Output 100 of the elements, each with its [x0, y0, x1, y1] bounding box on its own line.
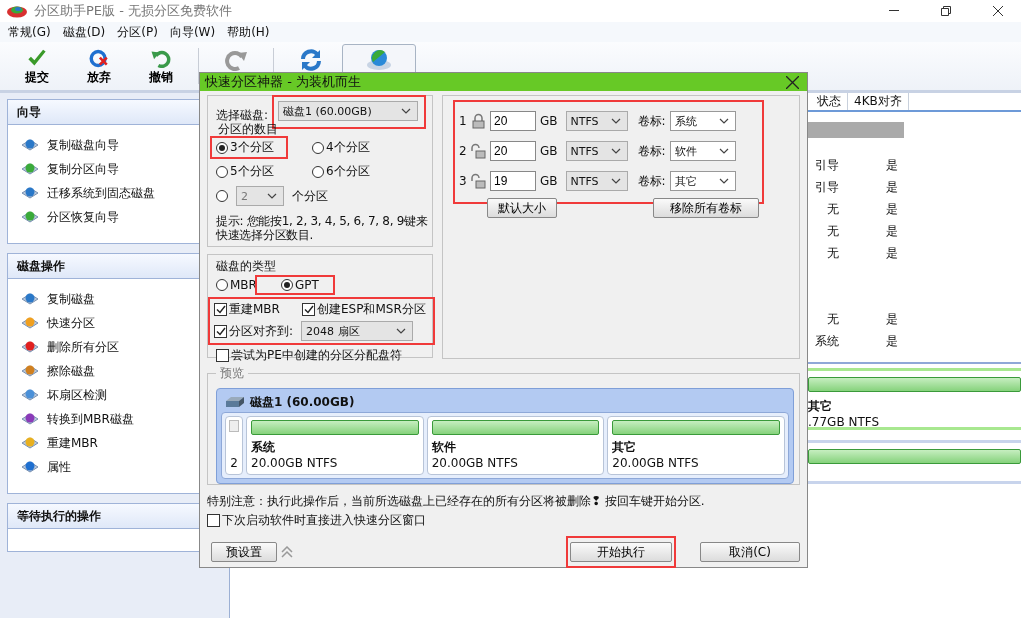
- column-header[interactable]: 4KB对齐: [848, 93, 909, 110]
- hint-text: 提示: 您能按1, 2, 3, 4, 5, 6, 7, 8, 9键来快速选择分区数目.: [216, 214, 429, 242]
- table-cell-text: 是: [885, 244, 898, 262]
- partition-name: 其它: [808, 398, 833, 415]
- partition-info: 20.00GB NTFS: [251, 456, 339, 470]
- table-cell-text: 无: [826, 200, 839, 218]
- table-cell-text: 无: [826, 244, 839, 262]
- disk-name: 磁盘1 (60.00GB): [250, 393, 355, 411]
- sidebar-item[interactable]: 擦除磁盘: [47, 362, 95, 380]
- volume-label-select[interactable]: 其它: [669, 171, 736, 191]
- restore-icon[interactable]: [941, 6, 951, 16]
- size-field[interactable]: 20: [490, 141, 536, 161]
- caret-icon: [401, 108, 412, 114]
- volume-label-select[interactable]: 软件: [669, 141, 736, 161]
- partition-info: 20.00GB NTFS: [612, 456, 700, 470]
- option-checkbox[interactable]: 分区对齐到:: [214, 322, 294, 340]
- partition-card[interactable]: 软件 20.00GB NTFS: [426, 416, 605, 475]
- option-checkbox[interactable]: 创建ESP和MSR分区: [302, 301, 426, 318]
- disk-drive-icon: [225, 396, 245, 408]
- sidebar-item[interactable]: 复制磁盘向导: [47, 136, 119, 154]
- start-button[interactable]: 开始执行: [570, 542, 672, 562]
- unlocked-icon[interactable]: [471, 173, 486, 189]
- table-cell-text: 是: [885, 310, 898, 328]
- column-header[interactable]: 状态: [811, 93, 848, 110]
- align-select[interactable]: 2048 扇区: [301, 321, 414, 341]
- type-radio[interactable]: MBR: [216, 278, 257, 292]
- disk-slot-icon: [229, 420, 239, 432]
- filesystem-select[interactable]: NTFS: [565, 141, 628, 161]
- count-radio[interactable]: 3个分区: [216, 139, 274, 156]
- caret-icon: [718, 148, 729, 154]
- menu-item[interactable]: 帮助(H): [223, 23, 278, 41]
- unit-label: GB: [540, 144, 558, 158]
- dialog-title: 快速分区神器 - 为装机而生: [205, 73, 362, 91]
- preset-button[interactable]: 预设置: [211, 542, 277, 562]
- refresh-icon: [299, 49, 323, 71]
- sidebar-item[interactable]: 属性: [47, 458, 71, 476]
- table-cell-text: 是: [885, 178, 898, 196]
- filesystem-select[interactable]: NTFS: [565, 111, 628, 131]
- size-field[interactable]: 20: [490, 111, 536, 131]
- close-icon[interactable]: [993, 6, 1003, 16]
- count-radio[interactable]: [216, 190, 228, 202]
- caret-icon: [718, 178, 729, 184]
- row-number: 2: [459, 144, 467, 158]
- unit-label: GB: [540, 114, 558, 128]
- option-checkbox[interactable]: 重建MBR: [214, 301, 280, 318]
- sidebar-item[interactable]: 复制磁盘: [47, 290, 95, 308]
- row-number: 3: [459, 174, 467, 188]
- close-icon[interactable]: [785, 75, 799, 89]
- volume-label-select[interactable]: 系统: [669, 111, 736, 131]
- toolbar-button[interactable]: 撤销: [130, 44, 192, 88]
- sidebar-item[interactable]: 删除所有分区: [47, 338, 119, 356]
- filesystem-select[interactable]: NTFS: [565, 171, 628, 191]
- action-button[interactable]: 移除所有卷标: [653, 198, 759, 218]
- disk-icon: [365, 49, 393, 71]
- sidebar-item[interactable]: 分区恢复向导: [47, 208, 119, 226]
- app-logo-icon: [6, 4, 28, 18]
- sidebar-item[interactable]: 重建MBR: [47, 434, 98, 452]
- menu-item[interactable]: 常规(G): [4, 23, 59, 41]
- minimize-icon[interactable]: [889, 10, 899, 12]
- partition-name: 其它: [612, 439, 638, 456]
- table-cell-text: 引导: [814, 156, 839, 174]
- sidebar-item[interactable]: 快速分区: [47, 314, 95, 332]
- size-field[interactable]: 19: [490, 171, 536, 191]
- caret-icon: [610, 118, 621, 124]
- table-cell-text: 无: [826, 310, 839, 328]
- window-title: 分区助手PE版 - 无损分区免费软件: [34, 2, 233, 20]
- option-checkbox[interactable]: 尝试为PE中创建的分区分配盘符: [216, 347, 402, 364]
- cancel-button[interactable]: 取消(C): [700, 542, 800, 562]
- toolbar-button[interactable]: 提交: [6, 44, 68, 88]
- partition-card[interactable]: 其它 20.00GB NTFS: [607, 416, 785, 475]
- disk-index: 2: [230, 456, 238, 470]
- toolbar-button[interactable]: 放弃: [68, 44, 130, 88]
- menu-item[interactable]: 分区(P): [113, 23, 166, 41]
- count-radio[interactable]: 6个分区: [312, 163, 370, 180]
- count-select[interactable]: 2: [236, 186, 284, 206]
- field-label: 卷标:: [637, 112, 666, 130]
- unit-label: GB: [540, 174, 558, 188]
- sidebar-item[interactable]: 迁移系统到固态磁盘: [47, 184, 155, 202]
- field-label: 个分区: [292, 187, 328, 205]
- count-radio[interactable]: 5个分区: [216, 163, 274, 180]
- sidebar-item[interactable]: 复制分区向导: [47, 160, 119, 178]
- table-cell-text: 无: [826, 222, 839, 240]
- sidebar-item[interactable]: 坏扇区检测: [47, 386, 107, 404]
- disk-select[interactable]: 磁盘1 (60.00GB): [278, 101, 419, 121]
- caret-icon: [718, 118, 729, 124]
- panel-title: 预览: [219, 365, 245, 382]
- partition-card[interactable]: 系统 20.00GB NTFS: [246, 416, 424, 475]
- table-cell-text: 是: [885, 332, 898, 350]
- table-cell-text: 是: [885, 156, 898, 174]
- count-radio[interactable]: 4个分区: [312, 139, 370, 156]
- sidebar-item[interactable]: 转换到MBR磁盘: [47, 410, 134, 428]
- partition-name: 软件: [431, 439, 457, 456]
- menu-item[interactable]: 磁盘(D): [58, 23, 114, 41]
- table-cell-text: 系统: [814, 332, 839, 350]
- menu-item[interactable]: 向导(W): [165, 23, 224, 41]
- type-radio[interactable]: GPT: [280, 278, 319, 292]
- partition-info: .77GB NTFS: [808, 415, 881, 429]
- action-button[interactable]: 默认大小: [487, 198, 557, 218]
- unlocked-icon[interactable]: [471, 143, 486, 159]
- lock-icon[interactable]: [471, 113, 486, 129]
